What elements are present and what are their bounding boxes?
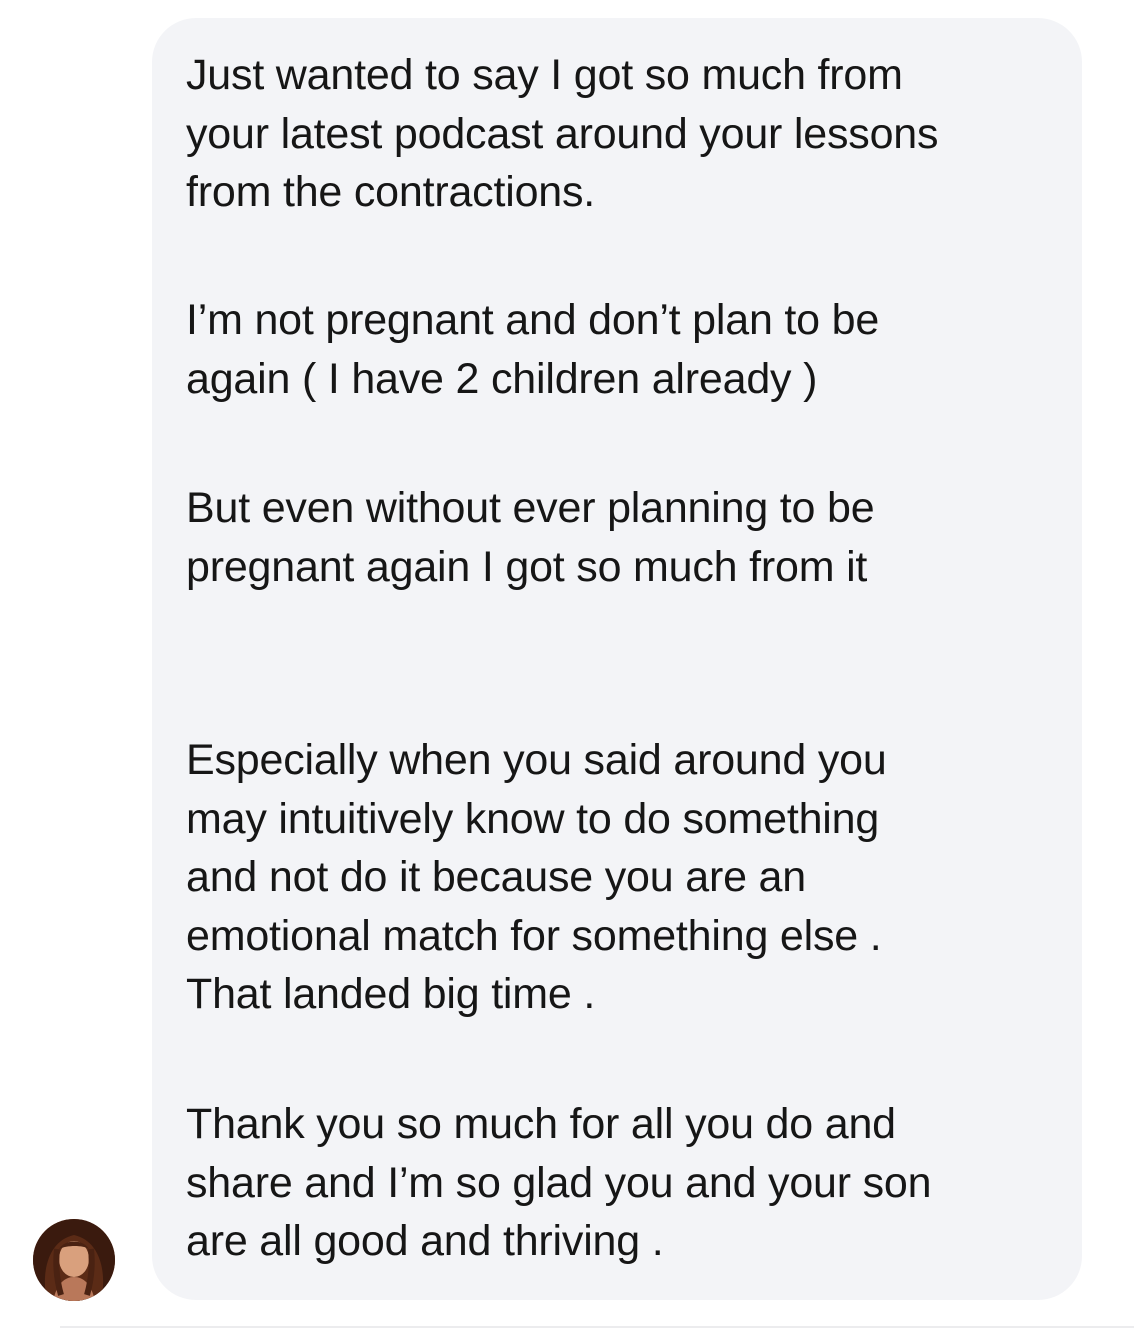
- message-paragraph-4: Especially when you said around you may …: [186, 736, 887, 1018]
- message-paragraph-3: But even without ever planning to be pre…: [186, 484, 875, 591]
- message-paragraph-5: Thank you so much for all you do and sha…: [186, 1100, 932, 1265]
- message-paragraph-1: Just wanted to say I got so much from yo…: [186, 51, 939, 216]
- profile-photo-icon: [33, 1219, 115, 1301]
- sender-avatar[interactable]: [33, 1219, 115, 1301]
- message-thread: Just wanted to say I got so much from yo…: [0, 0, 1134, 1328]
- message-paragraph-2: I’m not pregnant and don’t plan to be ag…: [186, 296, 880, 403]
